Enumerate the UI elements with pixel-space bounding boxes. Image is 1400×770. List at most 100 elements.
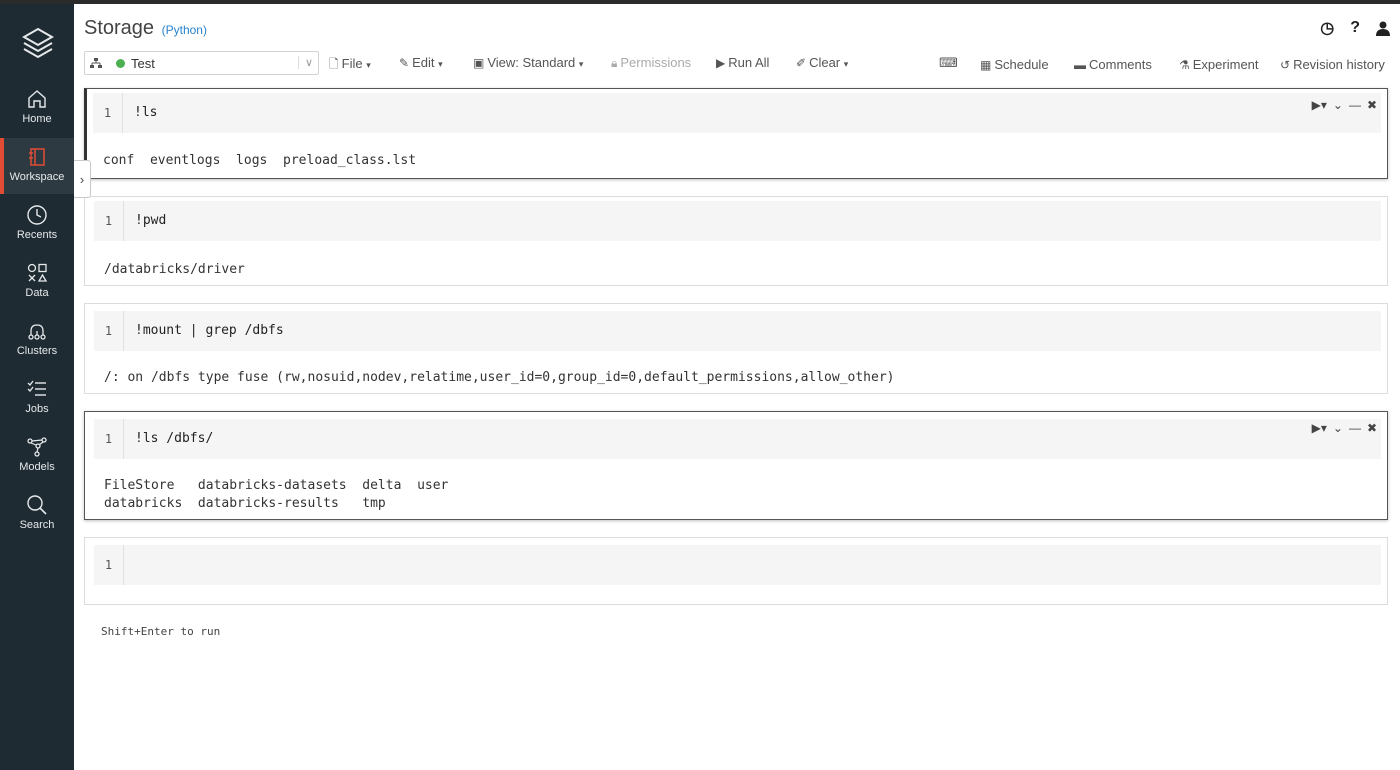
sidebar-item-label: Data <box>25 287 49 299</box>
notebook-title[interactable]: Storage <box>84 17 154 39</box>
help-icon[interactable]: ? <box>1350 19 1360 37</box>
file-menu[interactable]: 🗋 File ▾ <box>329 55 371 76</box>
revision-history-button[interactable]: ↺ Revision history <box>1280 57 1385 72</box>
view-menu-label: View: Standard <box>487 55 576 70</box>
line-number: 1 <box>94 311 124 351</box>
clear-menu-label: Clear <box>809 55 841 70</box>
view-menu[interactable]: ▣ View: Standard ▾ <box>473 55 583 70</box>
sidebar-item-jobs[interactable]: Jobs <box>0 378 74 434</box>
minimize-icon[interactable]: — <box>1349 421 1361 435</box>
keyboard-shortcuts-button[interactable]: ⌨ <box>939 55 958 71</box>
caret-down-icon: ▾ <box>366 60 371 70</box>
notebook-cell[interactable]: 1 !ls ▶▾ ⌄ — ✖ conf eventlogs logs prelo… <box>84 88 1388 179</box>
code-editor[interactable]: 1 !ls /dbfs/ <box>94 419 1381 459</box>
cluster-name: Test <box>131 55 155 71</box>
run-all-button[interactable]: ▶︎ Run All <box>716 55 769 70</box>
cluster-status-dot <box>116 58 125 68</box>
data-icon <box>27 263 48 282</box>
history-icon: ↺ <box>1280 58 1291 72</box>
chevron-down-icon[interactable]: ⌄ <box>1333 98 1343 112</box>
sidebar-item-home[interactable]: Home <box>0 88 74 144</box>
page-title: Storage (Python) <box>84 17 207 40</box>
run-cell-icon[interactable]: ▶▾ <box>1312 421 1327 435</box>
line-number: 1 <box>94 419 124 459</box>
image-icon: ▣ <box>473 56 485 70</box>
edit-menu[interactable]: ✎ Edit ▾ <box>399 55 443 70</box>
experiment-button[interactable]: ⚗ Experiment <box>1179 57 1259 72</box>
cell-output: /databricks/driver <box>104 262 245 277</box>
cell-output: FileStore databricks-datasets delta user… <box>104 478 449 511</box>
sidebar-item-label: Search <box>19 519 55 531</box>
user-icon[interactable] <box>1376 21 1390 36</box>
code-editor[interactable]: 1 !pwd <box>94 201 1381 241</box>
sidebar-item-label: Recents <box>16 229 58 241</box>
chevron-right-icon: › <box>79 171 85 187</box>
sidebar-item-search[interactable]: Search <box>0 494 74 550</box>
cell-toolbar: ▶▾ ⌄ — ✖ <box>1312 98 1377 112</box>
edit-menu-label: Edit <box>412 55 435 70</box>
line-number: 1 <box>94 545 124 585</box>
sidebar-item-label: Models <box>19 461 55 473</box>
notebook-cell[interactable]: 1 <box>84 537 1388 605</box>
models-icon <box>27 437 47 457</box>
clock-icon[interactable]: ◷ <box>1320 18 1334 38</box>
run-hint: Shift+Enter to run <box>101 625 221 638</box>
schedule-button[interactable]: ▦ Schedule <box>980 57 1049 72</box>
sidebar-item-recents[interactable]: Recents <box>0 204 74 260</box>
sidebar-item-models[interactable]: Models <box>0 436 74 492</box>
close-icon[interactable]: ✖ <box>1367 421 1377 435</box>
run-cell-icon[interactable]: ▶▾ <box>1312 98 1327 112</box>
cluster-tree-icon <box>90 57 102 68</box>
line-number: 1 <box>93 93 123 133</box>
file-icon: 🗋 <box>329 57 339 71</box>
clusters-icon <box>28 324 46 340</box>
notebook-cell[interactable]: 1 !mount | grep /dbfs /: on /dbfs type f… <box>84 303 1388 394</box>
flask-icon: ⚗ <box>1179 58 1190 72</box>
notebook-cell[interactable]: 1 !ls /dbfs/ ▶▾ ⌄ — ✖ FileStore databric… <box>84 411 1388 520</box>
sidebar-item-label: Clusters <box>16 345 58 357</box>
code-text[interactable]: !ls /dbfs/ <box>135 419 213 459</box>
minimize-icon[interactable]: — <box>1349 98 1361 112</box>
code-editor[interactable]: 1 <box>94 545 1381 585</box>
home-icon <box>28 90 46 108</box>
workspace-icon <box>29 148 45 166</box>
code-editor[interactable]: 1 !mount | grep /dbfs <box>94 311 1381 351</box>
cell-toolbar: ▶▾ ⌄ — ✖ <box>1312 421 1377 435</box>
top-strip <box>0 0 1400 4</box>
revision-history-label: Revision history <box>1293 57 1385 72</box>
permissions-button[interactable]: 🔒︎ Permissions <box>611 55 691 71</box>
schedule-label: Schedule <box>994 57 1049 72</box>
keyboard-icon: ⌨ <box>939 55 958 70</box>
caret-down-icon: ▾ <box>843 59 849 69</box>
sidebar-item-workspace[interactable]: Workspace <box>0 138 74 194</box>
code-text[interactable]: !pwd <box>135 201 166 241</box>
code-text[interactable]: !mount | grep /dbfs <box>135 311 284 351</box>
clear-menu[interactable]: ✐ Clear ▾ <box>796 55 848 70</box>
notebook-toolbar: Test ∨ 🗋 File ▾ ✎ Edit ▾ ▣ View: Standard ▾… <box>84 51 1390 75</box>
jobs-icon <box>27 380 46 396</box>
permissions-label: Permissions <box>620 55 692 70</box>
caret-down-icon: ▾ <box>438 59 443 69</box>
sidebar-expand-button[interactable]: › <box>74 160 91 198</box>
close-icon[interactable]: ✖ <box>1367 98 1377 112</box>
cluster-selector[interactable]: Test ∨ <box>84 51 319 75</box>
databricks-logo-icon[interactable] <box>22 26 54 60</box>
experiment-label: Experiment <box>1192 57 1259 72</box>
chevron-down-icon: ∨ <box>297 56 313 69</box>
sidebar-item-data[interactable]: Data <box>0 262 74 318</box>
sidebar-item-label: Workspace <box>9 171 65 183</box>
chevron-down-icon[interactable]: ⌄ <box>1333 421 1343 435</box>
notebook-cell[interactable]: 1 !pwd /databricks/driver <box>84 196 1388 286</box>
clock-icon <box>27 205 47 225</box>
play-circle-icon: ▶︎ <box>716 56 726 70</box>
line-number: 1 <box>94 201 124 241</box>
code-text[interactable]: !ls <box>134 93 157 133</box>
sidebar-item-label: Home <box>22 113 52 125</box>
notebook-language[interactable]: (Python) <box>162 23 207 37</box>
code-editor[interactable]: 1 !ls <box>93 93 1381 133</box>
sidebar-item-clusters[interactable]: Clusters <box>0 320 74 376</box>
comments-button[interactable]: ▬ Comments <box>1074 57 1152 72</box>
eraser-icon: ✐ <box>796 56 807 70</box>
search-icon <box>27 495 47 515</box>
cell-output: /: on /dbfs type fuse (rw,nosuid,nodev,r… <box>104 370 895 385</box>
